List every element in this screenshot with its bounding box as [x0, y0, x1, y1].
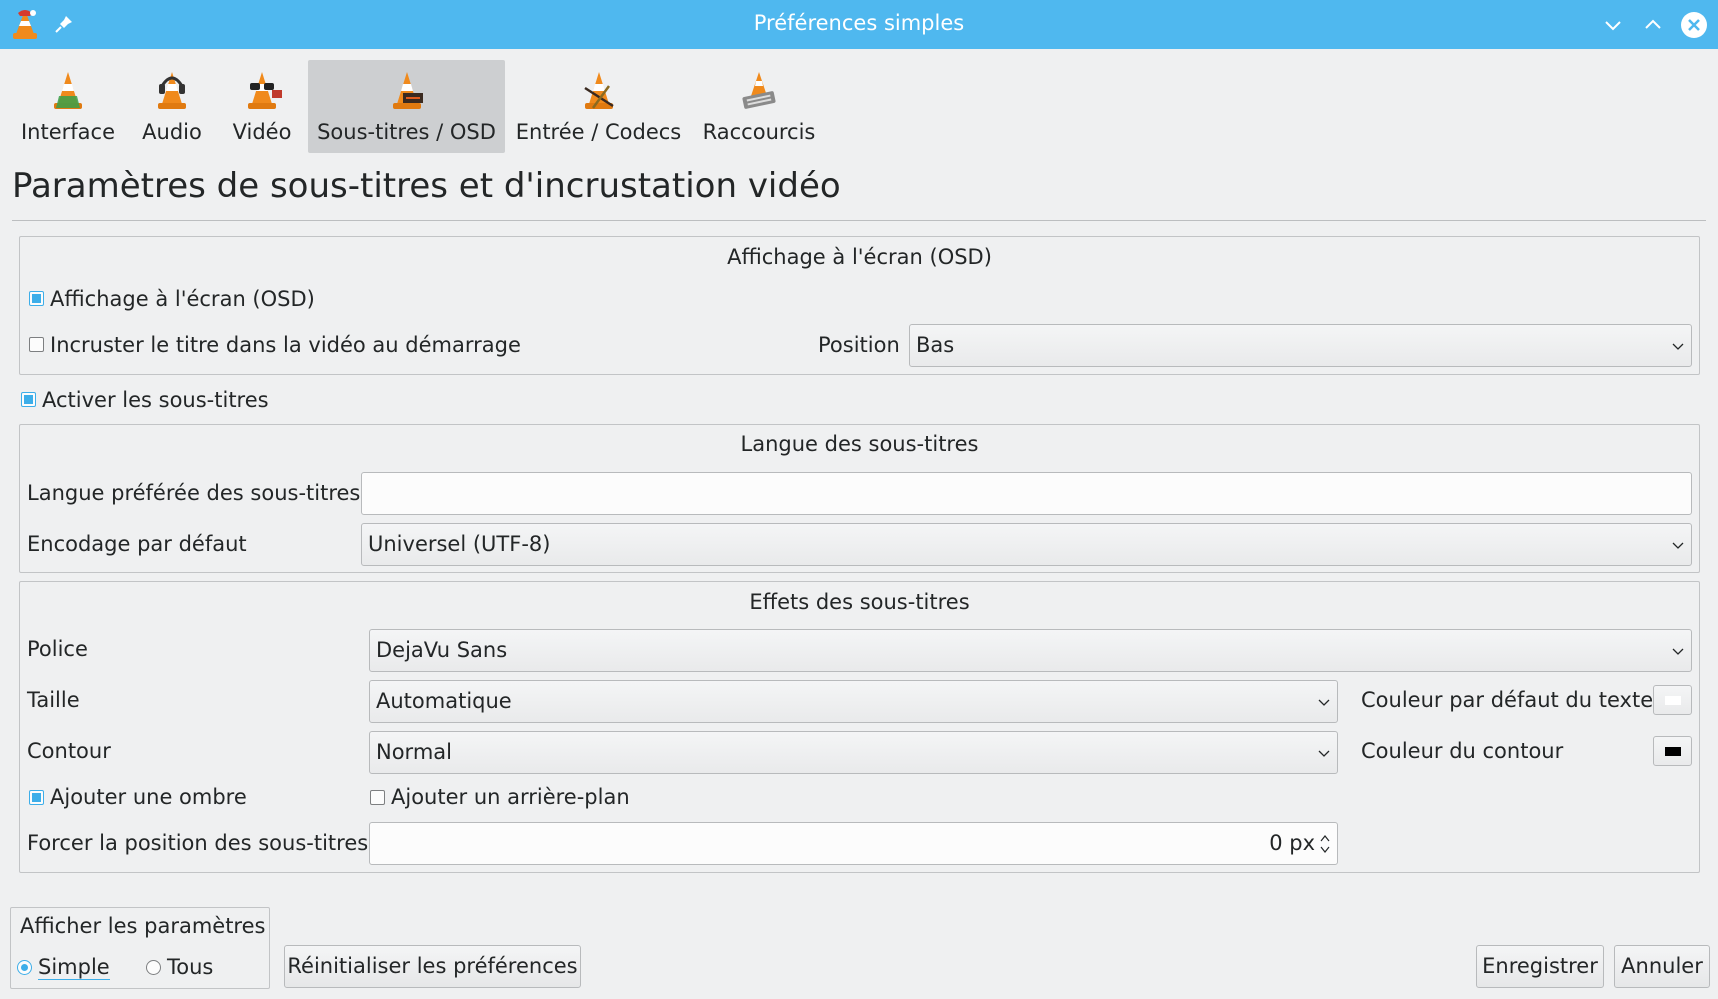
outline-label: Contour	[27, 739, 111, 763]
tab-video[interactable]: Vidéo	[222, 60, 302, 153]
show-settings-group: Afficher les paramètres Simple Tous	[10, 907, 270, 989]
chevron-down-icon	[1318, 699, 1330, 706]
encoding-value: Universel (UTF-8)	[368, 532, 551, 556]
spin-arrows-icon[interactable]	[1319, 832, 1331, 856]
window-title: Préférences simples	[753, 11, 965, 35]
tab-interface[interactable]: Interface	[14, 60, 122, 153]
preferred-language-label: Langue préférée des sous-titres	[27, 481, 361, 505]
tab-label: Audio	[142, 120, 202, 144]
chevron-down-icon	[1672, 648, 1684, 655]
page-title: Paramètres de sous-titres et d'incrustat…	[12, 166, 841, 206]
vlc-cone-hotkeys-icon	[742, 72, 776, 109]
title-bar: Préférences simples	[0, 0, 1718, 49]
font-combo[interactable]: DejaVu Sans	[369, 629, 1692, 672]
position-label: Position	[818, 333, 900, 357]
simple-radio[interactable]	[17, 960, 32, 975]
outline-color-label: Couleur du contour	[1361, 739, 1564, 763]
outline-color-button[interactable]	[1653, 736, 1692, 766]
force-position-spinbox[interactable]: 0 px	[369, 822, 1338, 865]
text-color-swatch	[1665, 696, 1681, 705]
vlc-cone-headphones-icon	[158, 72, 186, 109]
osd-enable-checkbox[interactable]	[29, 291, 44, 306]
show-title-label[interactable]: Incruster le titre dans la vidéo au déma…	[50, 333, 521, 357]
font-label: Police	[27, 637, 88, 661]
outline-combo[interactable]: Normal	[369, 731, 1338, 774]
text-color-label: Couleur par défaut du texte	[1361, 688, 1654, 712]
close-icon[interactable]	[1680, 11, 1708, 39]
force-position-value: 0 px	[1269, 831, 1315, 855]
group-title: Langue des sous-titres	[740, 432, 979, 456]
tab-subtitles-osd[interactable]: Sous-titres / OSD	[308, 60, 505, 153]
maximize-icon[interactable]	[1641, 13, 1665, 37]
tab-hotkeys[interactable]: Raccourcis	[692, 60, 826, 153]
tab-audio[interactable]: Audio	[132, 60, 212, 153]
group-title: Affichage à l'écran (OSD)	[727, 245, 992, 269]
tab-label: Sous-titres / OSD	[317, 120, 496, 144]
size-label: Taille	[27, 688, 80, 712]
vlc-cone-interface-icon	[54, 72, 82, 109]
enable-subtitles-checkbox[interactable]	[21, 392, 36, 407]
chevron-down-icon	[1318, 750, 1330, 757]
outline-color-swatch	[1665, 747, 1681, 756]
background-checkbox[interactable]	[370, 790, 385, 805]
tab-input-codecs[interactable]: Entrée / Codecs	[515, 60, 682, 153]
vlc-cone-subtitles-icon	[392, 72, 423, 109]
tab-label: Vidéo	[232, 120, 292, 144]
shadow-checkbox[interactable]	[29, 790, 44, 805]
cancel-button[interactable]: Annuler	[1614, 945, 1710, 988]
chevron-down-icon	[1672, 343, 1684, 350]
osd-group: Affichage à l'écran (OSD) Affichage à l'…	[19, 236, 1700, 375]
encoding-combo[interactable]: Universel (UTF-8)	[361, 523, 1692, 566]
position-combo[interactable]: Bas	[909, 324, 1692, 367]
chevron-down-icon	[1672, 542, 1684, 549]
all-radio-label[interactable]: Tous	[167, 955, 213, 979]
position-value: Bas	[916, 333, 955, 357]
font-value: DejaVu Sans	[376, 638, 508, 662]
all-radio[interactable]	[146, 960, 161, 975]
osd-enable-label[interactable]: Affichage à l'écran (OSD)	[50, 287, 315, 311]
save-button[interactable]: Enregistrer	[1476, 945, 1604, 988]
tab-label: Entrée / Codecs	[515, 120, 682, 144]
subtitle-language-group: Langue des sous-titres Langue préférée d…	[19, 424, 1700, 573]
minimize-icon[interactable]	[1601, 13, 1625, 37]
outline-value: Normal	[376, 740, 452, 764]
title-separator	[12, 220, 1706, 221]
simple-radio-label[interactable]: Simple	[38, 955, 110, 980]
size-value: Automatique	[376, 689, 512, 713]
encoding-label: Encodage par défaut	[27, 532, 247, 556]
size-combo[interactable]: Automatique	[369, 680, 1338, 723]
text-color-button[interactable]	[1653, 685, 1692, 715]
enable-subtitles-label[interactable]: Activer les sous-titres	[42, 388, 269, 412]
preferred-language-input[interactable]	[361, 472, 1692, 515]
force-position-label: Forcer la position des sous-titres	[27, 831, 369, 855]
subtitle-effects-group: Effets des sous-titres Police DejaVu San…	[19, 581, 1700, 873]
show-settings-label: Afficher les paramètres	[20, 914, 266, 938]
show-title-checkbox[interactable]	[29, 337, 44, 352]
vlc-cone-glasses-icon	[248, 72, 282, 109]
tab-label: Interface	[20, 120, 116, 144]
background-label[interactable]: Ajouter un arrière-plan	[391, 785, 630, 809]
tab-label: Raccourcis	[702, 120, 816, 144]
group-title: Effets des sous-titres	[749, 590, 970, 614]
vlc-cone-codecs-icon	[583, 72, 614, 109]
shadow-label[interactable]: Ajouter une ombre	[50, 785, 247, 809]
reset-preferences-button[interactable]: Réinitialiser les préférences	[284, 945, 581, 988]
